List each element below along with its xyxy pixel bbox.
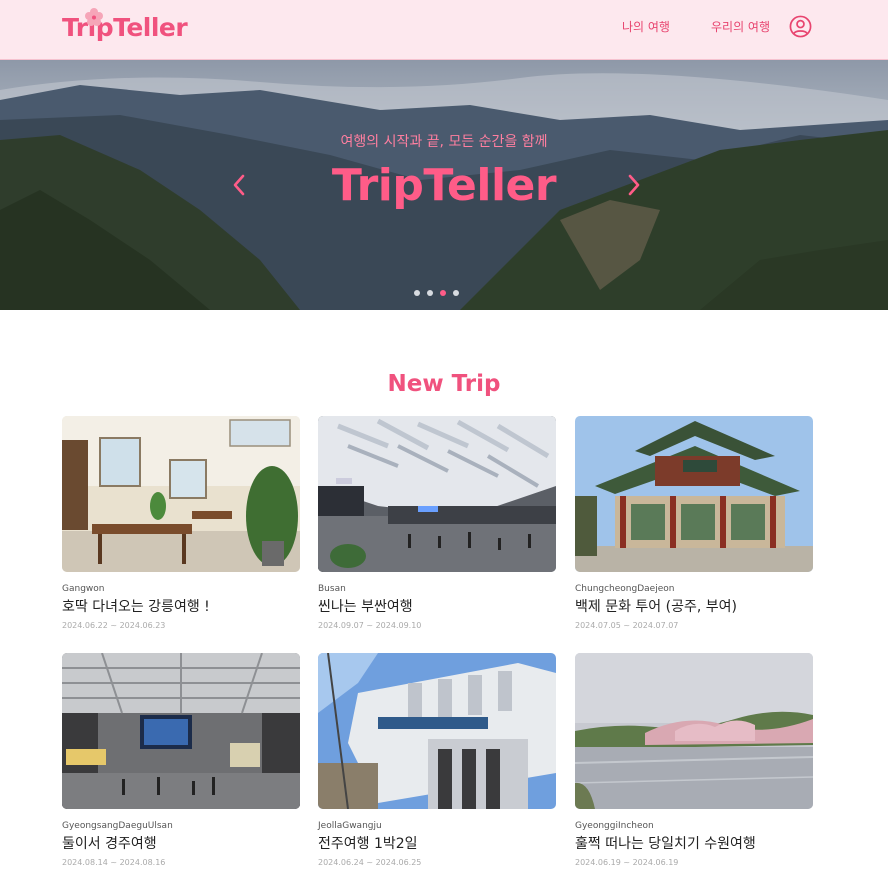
cherry-blossom-icon [85,8,103,26]
trip-card-title: 훌쩍 떠나는 당일치기 수원여행 [575,836,756,852]
trip-card-dates: 2024.06.22 ~ 2024.06.23 [62,621,166,630]
carousel-dot[interactable] [453,290,459,296]
carousel-dot[interactable] [427,290,433,296]
trip-card-dates: 2024.08.14 ~ 2024.08.16 [62,858,166,867]
trip-card-region: Gangwon [62,584,105,594]
logo-text: TripTeller [62,13,188,42]
trip-card-image [318,653,556,809]
trip-card-region: Busan [318,584,346,594]
hero-title: TripTeller [331,160,557,211]
trip-card[interactable]: Gangwon 호딱 다녀오는 강릉여행 ! 2024.06.22 ~ 2024… [62,416,300,631]
trip-card-title: 호딱 다녀오는 강릉여행 ! [62,599,210,615]
trip-card-title: 둘이서 경주여행 [62,836,157,852]
trip-card-region: ChungcheongDaejeon [575,584,675,594]
trip-card-image [62,653,300,809]
trip-card[interactable]: ChungcheongDaejeon 백제 문화 투어 (공주, 부여) 202… [575,416,813,631]
section-title: New Trip [387,371,501,397]
nav-my-trip-link[interactable]: 나의 여행 [622,18,670,36]
trip-card[interactable]: Busan 씬나는 부싼여행 2024.09.07 ~ 2024.09.10 [318,416,556,631]
trip-card-region: GyeongsangDaeguUlsan [62,821,173,831]
trip-card-dates: 2024.09.07 ~ 2024.09.10 [318,621,422,630]
chevron-left-icon[interactable] [229,172,249,198]
trip-card-region: JeollaGwangju [318,821,382,831]
top-header: TripTeller 나의 여행 우리의 여행 [0,0,888,60]
trip-card-dates: 2024.07.05 ~ 2024.07.07 [575,621,679,630]
trip-card[interactable]: JeollaGwangju 전주여행 1박2일 2024.06.24 ~ 202… [318,653,556,868]
carousel-dot-active[interactable] [440,290,446,296]
carousel-dot[interactable] [414,290,420,296]
trip-card-region: GyeonggiIncheon [575,821,654,831]
trip-card-dates: 2024.06.24 ~ 2024.06.25 [318,858,422,867]
hero-carousel: 여행의 시작과 끝, 모든 순간을 함께 TripTeller [0,60,888,310]
trip-card-title: 씬나는 부싼여행 [318,599,413,615]
trip-card-image [575,416,813,572]
trip-card-title: 백제 문화 투어 (공주, 부여) [575,599,737,615]
chevron-right-icon[interactable] [624,172,644,198]
trip-card-image [318,416,556,572]
trip-card-image [575,653,813,809]
trip-card-dates: 2024.06.19 ~ 2024.06.19 [575,858,679,867]
hero-subtitle: 여행의 시작과 끝, 모든 순간을 함께 [340,134,548,150]
user-circle-icon[interactable] [789,15,812,38]
trip-card-image [62,416,300,572]
nav-our-trip-link[interactable]: 우리의 여행 [711,18,770,36]
trip-card[interactable]: GyeonggiIncheon 훌쩍 떠나는 당일치기 수원여행 2024.06… [575,653,813,868]
trip-card[interactable]: GyeongsangDaeguUlsan 둘이서 경주여행 2024.08.14… [62,653,300,868]
logo[interactable]: TripTeller [62,8,188,48]
trip-card-title: 전주여행 1박2일 [318,836,418,852]
